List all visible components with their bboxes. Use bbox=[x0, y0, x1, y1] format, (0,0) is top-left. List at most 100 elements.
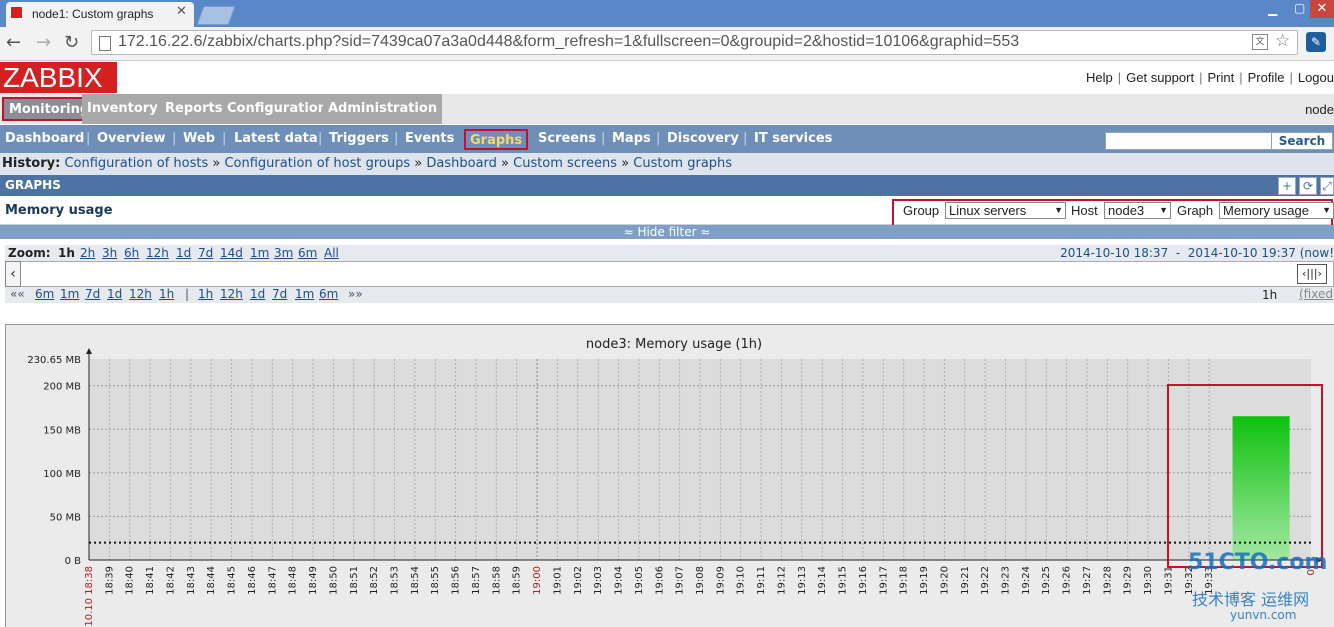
history-custom-graphs[interactable]: Custom graphs bbox=[633, 156, 732, 171]
menu-inventory[interactable]: Inventory bbox=[82, 94, 163, 124]
add-icon[interactable]: + bbox=[1278, 177, 1296, 195]
x-tick-label: 19:01 bbox=[552, 566, 563, 595]
window-close-icon[interactable]: ✕ bbox=[1310, 0, 1334, 18]
address-bar[interactable]: 172.16.22.6/zabbix/charts.php?sid=7439ca… bbox=[91, 30, 1298, 55]
nav-fwd-12h[interactable]: 12h bbox=[220, 287, 243, 301]
history-configuration-of-host-groups[interactable]: Configuration of host groups bbox=[224, 156, 410, 171]
nav-back-6m[interactable]: 6m bbox=[35, 287, 54, 301]
submenu-separator: | bbox=[656, 131, 661, 146]
x-tick-label: 19:22 bbox=[980, 566, 991, 595]
window-maximize-icon[interactable]: ▢ bbox=[1294, 1, 1305, 15]
fixed-toggle[interactable]: (fixed bbox=[1299, 287, 1333, 301]
nav-end[interactable]: »» bbox=[348, 287, 363, 301]
submenu-graphs[interactable]: Graphs bbox=[464, 129, 529, 150]
tab-close-icon[interactable]: ✕ bbox=[176, 4, 187, 19]
zoom-3h[interactable]: 3h bbox=[102, 246, 117, 260]
y-axis-ticks: 230.65 MB 0 B 50 MB 100 MB 150 MB 200 MB bbox=[27, 355, 81, 567]
zoom-6h[interactable]: 6h bbox=[124, 246, 139, 260]
zoom-12h[interactable]: 12h bbox=[146, 246, 169, 260]
url-text: 172.16.22.6/zabbix/charts.php?sid=7439ca… bbox=[118, 33, 1020, 50]
x-axis-ticks: 10.10 18:38 18:39 18:40 18:41 18:42 18:43 18:4… bbox=[84, 566, 1317, 627]
nav-fwd-1d[interactable]: 1d bbox=[250, 287, 265, 301]
nav-back-1m[interactable]: 1m bbox=[60, 287, 79, 301]
zoom-7d[interactable]: 7d bbox=[198, 246, 213, 260]
watermark-url: yunvn.com bbox=[1230, 608, 1297, 622]
group-select[interactable]: Linux servers ▼ bbox=[945, 202, 1066, 219]
browser-tab[interactable]: node1: Custom graphs bbox=[6, 2, 194, 27]
translate-icon[interactable]: 文 bbox=[1252, 34, 1268, 50]
timeline-scrollbar[interactable] bbox=[5, 261, 1334, 287]
submenu-it-services[interactable]: IT services bbox=[754, 131, 832, 146]
graph-select[interactable]: Memory usage ▼ bbox=[1219, 202, 1334, 219]
menu-configuration[interactable]: Configuration bbox=[222, 94, 332, 124]
zabbix-logo: ZABBIX bbox=[0, 62, 117, 93]
submenu-separator: | bbox=[601, 131, 606, 146]
nav-back-1h[interactable]: 1h bbox=[159, 287, 174, 301]
submenu-latest-data[interactable]: Latest data bbox=[234, 131, 318, 146]
zoom-1m[interactable]: 1m bbox=[250, 246, 269, 260]
search-button[interactable]: Search bbox=[1271, 132, 1333, 150]
chart-title: node3: Memory usage (1h) bbox=[586, 337, 762, 352]
zoom-6m[interactable]: 6m bbox=[298, 246, 317, 260]
get-support-link[interactable]: Get support bbox=[1126, 70, 1194, 85]
x-tick-label: 19:25 bbox=[1041, 566, 1052, 595]
refresh-icon[interactable]: ⟳ bbox=[1299, 177, 1317, 195]
bookmark-star-icon[interactable]: ☆ bbox=[1275, 31, 1290, 51]
scroll-thumb-handle[interactable]: ‹|||› bbox=[1297, 264, 1327, 284]
highlight-box bbox=[1167, 384, 1323, 568]
submenu-discovery[interactable]: Discovery bbox=[667, 131, 739, 146]
scroll-left-arrow-icon[interactable]: ‹ bbox=[5, 261, 21, 287]
dropdown-arrow-icon: ▼ bbox=[1322, 205, 1331, 215]
x-tick-label: 18:46 bbox=[247, 566, 258, 595]
history-configuration-of-hosts[interactable]: Configuration of hosts bbox=[64, 156, 208, 171]
hide-filter-toggle[interactable]: ≈ Hide filter ≈ bbox=[0, 225, 1334, 239]
forward-arrow-icon[interactable]: → bbox=[36, 32, 51, 53]
submenu-web[interactable]: Web bbox=[183, 131, 215, 146]
submenu-separator: | bbox=[394, 131, 399, 146]
nav-fwd-6m[interactable]: 6m bbox=[319, 287, 338, 301]
nav-fwd-1h[interactable]: 1h bbox=[198, 287, 213, 301]
menu-administration[interactable]: Administration bbox=[323, 94, 443, 124]
zoom-14d[interactable]: 14d bbox=[220, 246, 243, 260]
window-minimize-icon[interactable]: ▁ bbox=[1268, 2, 1277, 16]
zoom-all[interactable]: All bbox=[324, 246, 339, 260]
page-icon bbox=[99, 36, 111, 51]
submenu-maps[interactable]: Maps bbox=[612, 131, 651, 146]
nav-back-1d[interactable]: 1d bbox=[107, 287, 122, 301]
menu-reports[interactable]: Reports bbox=[160, 94, 228, 124]
submenu-dashboard[interactable]: Dashboard bbox=[5, 131, 84, 146]
reload-icon[interactable]: ↻ bbox=[64, 32, 79, 53]
host-select[interactable]: node3 ▼ bbox=[1104, 202, 1171, 219]
zabbix-favicon-icon bbox=[10, 6, 23, 19]
x-tick-label: 19:19 bbox=[919, 566, 930, 595]
back-arrow-icon[interactable]: ← bbox=[6, 32, 21, 53]
print-link[interactable]: Print bbox=[1207, 70, 1234, 85]
submenu-screens[interactable]: Screens bbox=[538, 131, 596, 146]
nav-back-7d[interactable]: 7d bbox=[85, 287, 100, 301]
fullscreen-icon[interactable]: ⤢ bbox=[1320, 177, 1334, 195]
nav-back-12h[interactable]: 12h bbox=[129, 287, 152, 301]
x-tick-label: 19:26 bbox=[1062, 566, 1073, 595]
nav-start[interactable]: «« bbox=[10, 287, 25, 301]
zoom-1d[interactable]: 1d bbox=[176, 246, 191, 260]
search-input[interactable] bbox=[1105, 132, 1272, 150]
extension-icon[interactable]: ✎ bbox=[1306, 32, 1326, 52]
history-custom-screens[interactable]: Custom screens bbox=[513, 156, 617, 171]
x-tick-label: 19:15 bbox=[838, 566, 849, 595]
help-link[interactable]: Help bbox=[1086, 70, 1113, 85]
zoom-3m[interactable]: 3m bbox=[274, 246, 293, 260]
profile-link[interactable]: Profile bbox=[1248, 70, 1285, 85]
submenu-triggers[interactable]: Triggers bbox=[329, 131, 389, 146]
nav-fwd-7d[interactable]: 7d bbox=[272, 287, 287, 301]
x-tick-label: 18:52 bbox=[369, 566, 380, 595]
zoom-2h[interactable]: 2h bbox=[80, 246, 95, 260]
x-tick-label: 18:59 bbox=[512, 566, 523, 595]
x-tick-label: 18:44 bbox=[206, 566, 217, 595]
zoom-1h[interactable]: 1h bbox=[58, 246, 75, 260]
logout-link[interactable]: Logou bbox=[1298, 70, 1334, 85]
history-dashboard[interactable]: Dashboard bbox=[426, 156, 497, 171]
submenu-events[interactable]: Events bbox=[405, 131, 454, 146]
submenu-overview[interactable]: Overview bbox=[97, 131, 166, 146]
x-tick-label: 18:49 bbox=[308, 566, 319, 595]
nav-fwd-1m[interactable]: 1m bbox=[295, 287, 314, 301]
